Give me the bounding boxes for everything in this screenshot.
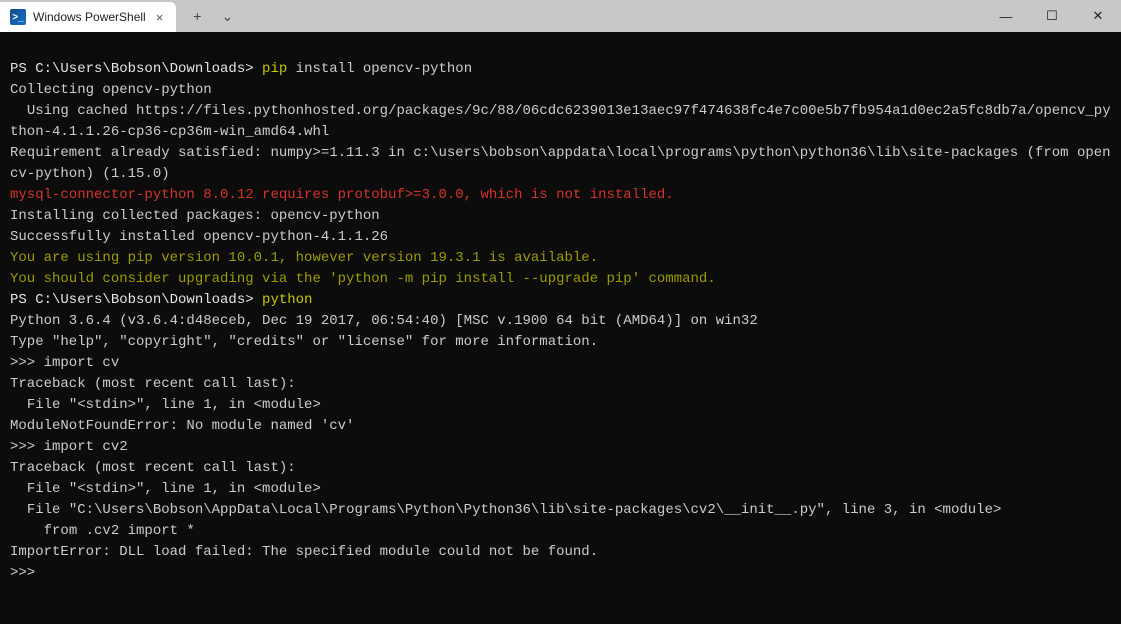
terminal-line: You should consider upgrading via the 'p… (10, 269, 1117, 290)
terminal-window: >_ Windows PowerShell × + ⌄ — ☐ ✕ PS C:\… (0, 0, 1121, 624)
terminal-line: ModuleNotFoundError: No module named 'cv… (10, 416, 1117, 437)
terminal-line: >>> (10, 563, 1117, 584)
terminal-line: >>> import cv2 (10, 437, 1117, 458)
terminal-line: >>> import cv (10, 353, 1117, 374)
terminal-line: Traceback (most recent call last): (10, 374, 1117, 395)
powershell-icon: >_ (10, 9, 26, 25)
terminal-line: Traceback (most recent call last): (10, 458, 1117, 479)
tab-powershell[interactable]: >_ Windows PowerShell × (0, 2, 176, 32)
terminal-line: mysql-connector-python 8.0.12 requires p… (10, 185, 1117, 206)
terminal-line: File "C:\Users\Bobson\AppData\Local\Prog… (10, 500, 1117, 521)
tab-dropdown-button[interactable]: ⌄ (212, 1, 242, 31)
terminal-line: File "<stdin>", line 1, in <module> (10, 395, 1117, 416)
titlebar: >_ Windows PowerShell × + ⌄ — ☐ ✕ (0, 0, 1121, 32)
terminal-line: Installing collected packages: opencv-py… (10, 206, 1117, 227)
window-controls: — ☐ ✕ (983, 0, 1121, 32)
close-window-button[interactable]: ✕ (1075, 0, 1121, 32)
terminal-line: You are using pip version 10.0.1, howeve… (10, 248, 1117, 269)
terminal-line: Requirement already satisfied: numpy>=1.… (10, 143, 1117, 185)
terminal-line: Collecting opencv-python (10, 80, 1117, 101)
minimize-button[interactable]: — (983, 0, 1029, 32)
close-tab-button[interactable]: × (153, 10, 167, 25)
maximize-button[interactable]: ☐ (1029, 0, 1075, 32)
terminal-line: Type "help", "copyright", "credits" or "… (10, 332, 1117, 353)
terminal-line: from .cv2 import * (10, 521, 1117, 542)
tab-title: Windows PowerShell (33, 10, 146, 24)
titlebar-actions: + ⌄ (176, 0, 242, 32)
terminal-line: ImportError: DLL load failed: The specif… (10, 542, 1117, 563)
terminal-line: Using cached https://files.pythonhosted.… (10, 101, 1117, 143)
terminal-output[interactable]: PS C:\Users\Bobson\Downloads> pip instal… (0, 32, 1121, 624)
terminal-line: File "<stdin>", line 1, in <module> (10, 479, 1117, 500)
new-tab-button[interactable]: + (182, 1, 212, 31)
terminal-line: Successfully installed opencv-python-4.1… (10, 227, 1117, 248)
terminal-line: PS C:\Users\Bobson\Downloads> python (10, 290, 1117, 311)
terminal-line (10, 38, 1117, 59)
terminal-line: Python 3.6.4 (v3.6.4:d48eceb, Dec 19 201… (10, 311, 1117, 332)
terminal-line: PS C:\Users\Bobson\Downloads> pip instal… (10, 59, 1117, 80)
